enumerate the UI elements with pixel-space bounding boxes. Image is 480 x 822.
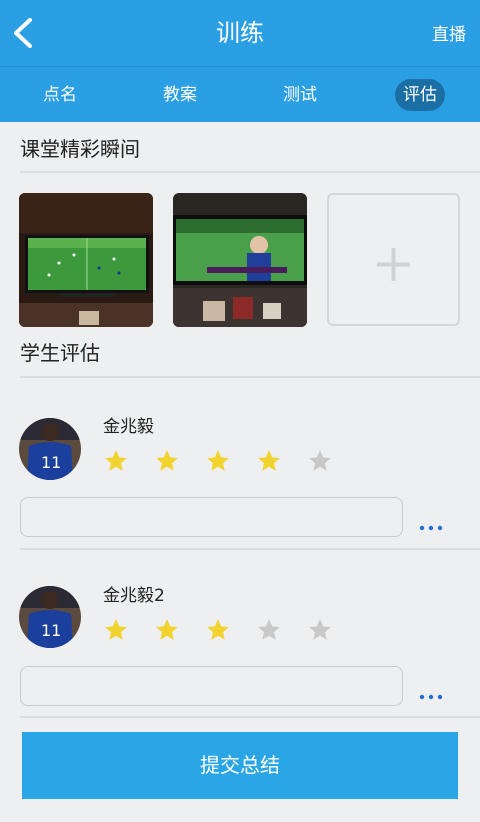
avatar-image: 11 [19,586,81,648]
tab-roll-call[interactable]: 点名 [32,79,88,111]
ellipsis-icon [419,694,443,700]
star-icon[interactable] [256,448,282,474]
star-icon[interactable] [307,617,333,643]
star-icon[interactable] [154,617,180,643]
comment-input[interactable] [20,497,403,537]
avatar: 11 [19,418,81,480]
student-name: 金兆毅 [103,417,154,437]
app-header: 训练 直播 [0,0,480,66]
star-icon[interactable] [103,617,129,643]
star-icon[interactable] [307,448,333,474]
moment-photo[interactable] [173,193,307,327]
star-icon[interactable] [256,617,282,643]
star-icon[interactable] [154,448,180,474]
tab-lesson-plan[interactable]: 教案 [152,79,208,111]
tab-evaluation[interactable]: 评估 [395,79,445,111]
plus-icon [377,248,410,281]
star-icon[interactable] [103,448,129,474]
divider [20,716,480,718]
live-button[interactable]: 直播 [432,24,466,46]
moment-photo[interactable] [19,193,153,327]
avatar-image: 11 [19,418,81,480]
tab-bar: 点名 教案 测试 评估 [0,66,480,122]
divider [20,376,480,378]
more-button[interactable] [416,683,448,707]
photo-image [173,193,307,327]
more-button[interactable] [416,514,448,538]
ellipsis-icon [419,525,443,531]
divider [20,548,480,550]
star-icon[interactable] [205,617,231,643]
student-name: 金兆毅2 [103,586,165,606]
star-icon[interactable] [205,448,231,474]
submit-summary-button[interactable]: 提交总结 [22,732,458,799]
tab-test[interactable]: 测试 [272,79,328,111]
photo-image [19,193,153,327]
svg-text:11: 11 [41,621,61,640]
moments-section-title: 课堂精彩瞬间 [20,137,140,161]
divider [20,171,480,173]
evaluation-section-title: 学生评估 [20,341,100,365]
add-photo-button[interactable] [327,193,460,326]
svg-text:11: 11 [41,453,61,472]
comment-input[interactable] [20,666,403,706]
avatar: 11 [19,586,81,648]
page-title: 训练 [216,19,264,47]
